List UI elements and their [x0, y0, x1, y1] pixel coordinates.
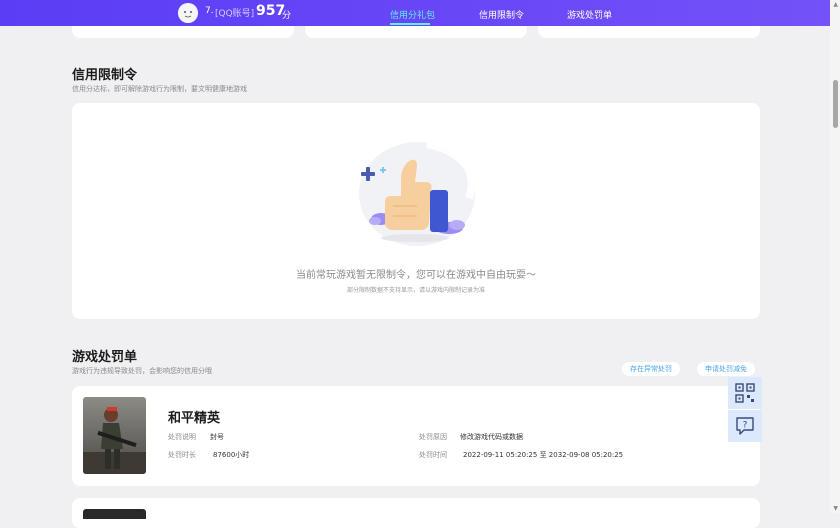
- active-tab-indicator: [390, 23, 430, 25]
- tab-credit-gift[interactable]: 信用分礼包: [390, 8, 435, 21]
- penalty-title: 游戏处罚单: [72, 350, 138, 365]
- gift-card-3[interactable]: [538, 26, 760, 38]
- scroll-down-icon[interactable]: ▼: [833, 505, 838, 512]
- restriction-subtitle: 信用分达标，即可解除游戏行为限制，要文明健康地游戏: [72, 85, 247, 93]
- empty-state-message: 当前常玩游戏暂无限制令，您可以在游戏中自由玩耍～: [296, 270, 536, 281]
- penalty-desc-label: 处罚说明: [168, 433, 196, 441]
- credit-score: 957: [256, 3, 286, 19]
- scroll-up-icon[interactable]: ▲: [833, 1, 838, 8]
- scrollbar[interactable]: ▲ ▼: [830, 0, 840, 513]
- penalty-subtitle: 游戏行为违规导致处罚，会影响您的信用分哦: [72, 367, 212, 375]
- tab-credit-restriction[interactable]: 信用限制令: [479, 8, 524, 21]
- penalty-desc-value: 封号: [210, 433, 224, 441]
- restriction-title: 信用限制令: [72, 68, 138, 83]
- help-feedback-button[interactable]: ?: [728, 410, 762, 442]
- top-nav-bar: 7. [QQ账号] 957 分 信用分礼包 信用限制令 游戏处罚单: [0, 0, 840, 26]
- gift-card-2[interactable]: [305, 26, 527, 38]
- credit-score-unit: 分: [282, 11, 292, 21]
- penalty-reason-value: 修改游戏代码或数据: [460, 433, 523, 441]
- penalty-duration-label: 处罚时长: [168, 451, 196, 459]
- penalty-time-label: 处罚时间: [419, 451, 447, 459]
- penalty-card: 和平精英 处罚说明 封号 处罚时长 87600小时 处罚原因 修改游戏代码或数据…: [72, 386, 760, 486]
- help-feedback-icon: ?: [736, 417, 754, 435]
- penalty-reason-label: 处罚原因: [419, 433, 447, 441]
- game-thumbnail: [83, 509, 146, 519]
- game-thumbnail: [83, 397, 146, 474]
- account-type: [QQ账号]: [215, 9, 255, 19]
- avatar[interactable]: [178, 3, 198, 23]
- qrcode-button[interactable]: [728, 377, 762, 409]
- gift-card-1[interactable]: [72, 26, 294, 38]
- report-abnormal-penalty-button[interactable]: 存在异常处罚: [622, 362, 680, 376]
- tab-game-penalty[interactable]: 游戏处罚单: [567, 8, 612, 21]
- penalty-duration-value: 87600小时: [213, 451, 250, 459]
- thumbs-up-illustration: [359, 140, 476, 246]
- apply-penalty-reduction-button[interactable]: 申请处罚减免: [697, 362, 755, 376]
- penalty-time-value: 2022-09-11 05:20:25 至 2032-09-08 05:20:2…: [463, 451, 624, 459]
- penalty-card-next: [72, 498, 760, 528]
- user-rank: 7.: [205, 6, 214, 16]
- qrcode-icon: [735, 383, 755, 403]
- game-name: 和平精英: [168, 411, 221, 426]
- empty-state-note: 部分限制数据不支持显示，请以游戏内限制记录为准: [346, 287, 485, 294]
- restriction-panel: 当前常玩游戏暂无限制令，您可以在游戏中自由玩耍～ 部分限制数据不支持显示，请以游…: [72, 103, 760, 319]
- scrollbar-thumb[interactable]: [833, 80, 838, 128]
- svg-text:?: ?: [743, 421, 748, 431]
